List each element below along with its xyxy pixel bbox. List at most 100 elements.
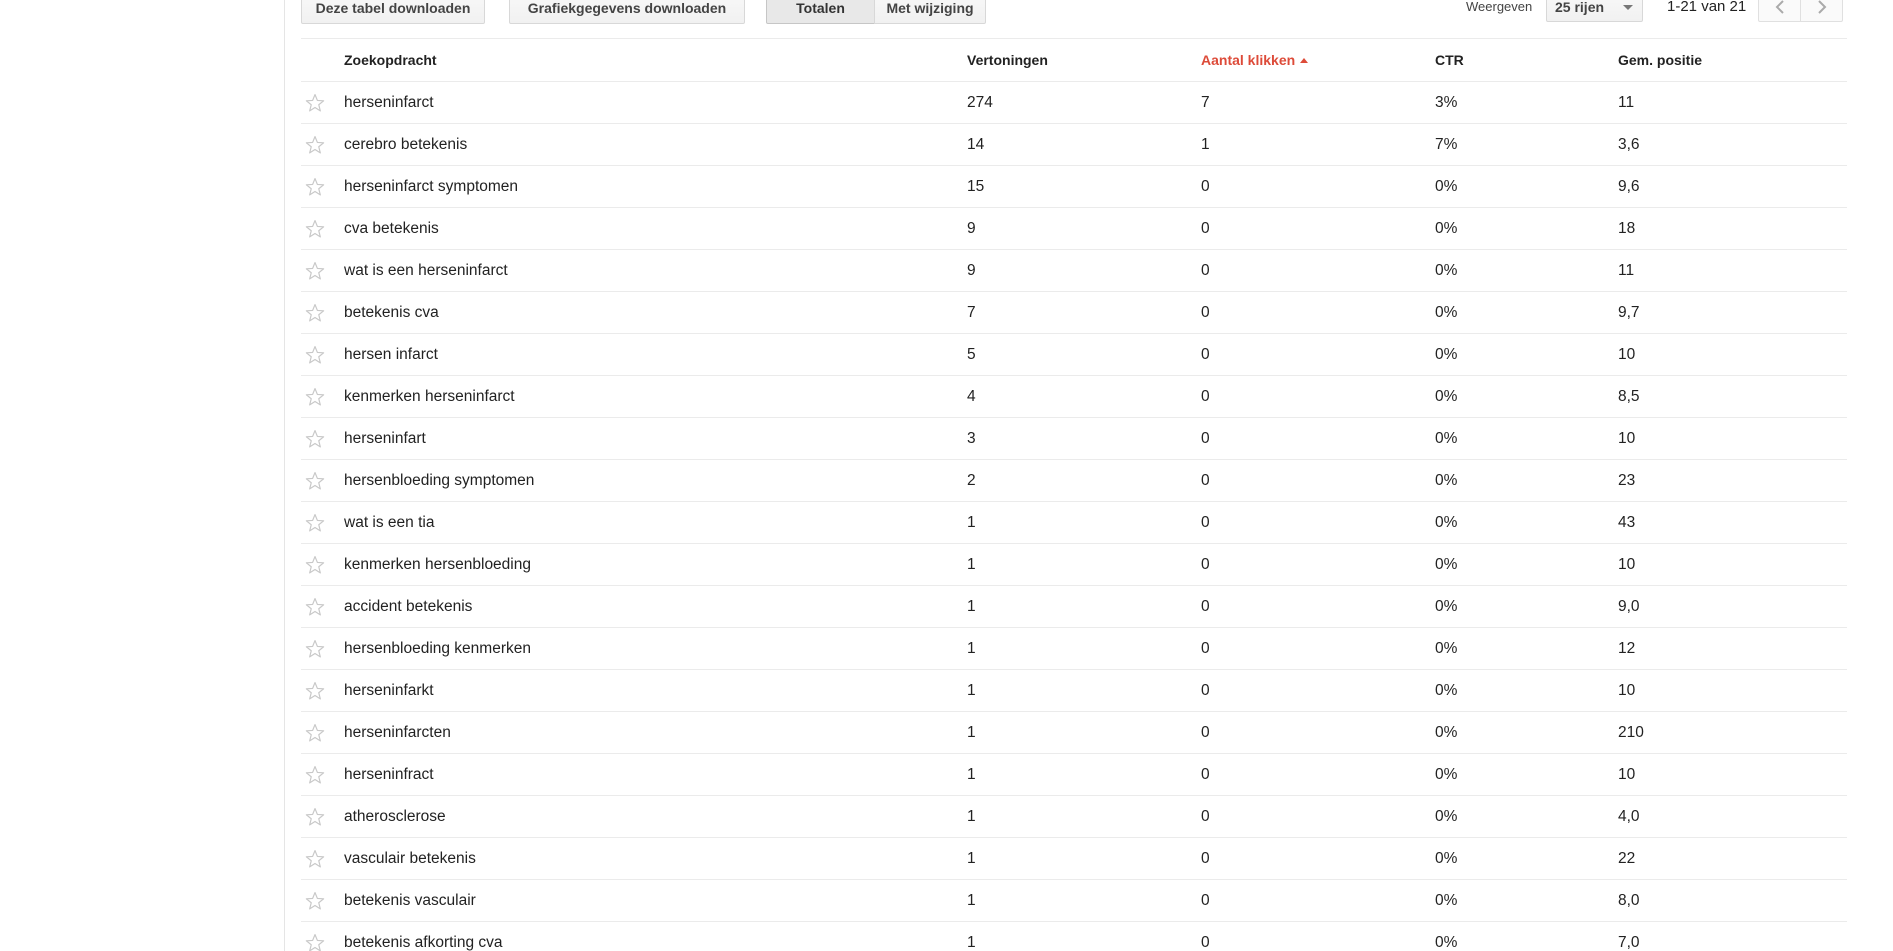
ctr-cell: 0%	[1435, 934, 1458, 951]
position-cell: 10	[1618, 346, 1636, 363]
star-icon[interactable]	[304, 680, 326, 702]
query-cell[interactable]: herseninfarct symptomen	[344, 166, 518, 208]
column-header-position[interactable]: Gem. positie	[1618, 39, 1702, 81]
query-cell[interactable]: accident betekenis	[344, 586, 472, 628]
position-cell: 7,0	[1618, 934, 1640, 951]
star-icon[interactable]	[304, 890, 326, 912]
ctr-cell: 0%	[1435, 682, 1458, 699]
star-icon[interactable]	[304, 596, 326, 618]
clicks-cell: 0	[1201, 346, 1210, 363]
impressions-cell: 1	[967, 766, 976, 783]
totals-toggle-button[interactable]: Totalen	[766, 0, 875, 24]
star-icon[interactable]	[304, 386, 326, 408]
column-header-impressions[interactable]: Vertoningen	[967, 39, 1048, 81]
query-cell[interactable]: hersenbloeding symptomen	[344, 460, 534, 502]
impressions-cell: 1	[967, 850, 976, 867]
query-cell[interactable]: herseninfarcten	[344, 712, 451, 754]
query-cell[interactable]: herseninfarkt	[344, 670, 434, 712]
query-cell[interactable]: cva betekenis	[344, 208, 439, 250]
star-icon[interactable]	[304, 848, 326, 870]
next-page-button[interactable]	[1800, 0, 1843, 22]
star-icon[interactable]	[304, 932, 326, 951]
chevron-left-icon	[1775, 0, 1784, 14]
rows-per-page-select[interactable]: 25 rijen	[1546, 0, 1643, 22]
star-icon[interactable]	[304, 806, 326, 828]
star-icon[interactable]	[304, 554, 326, 576]
star-icon[interactable]	[304, 92, 326, 114]
column-header-clicks-label: Aantal klikken	[1201, 52, 1296, 68]
query-cell[interactable]: cerebro betekenis	[344, 124, 467, 166]
star-icon[interactable]	[304, 764, 326, 786]
with-change-toggle-button[interactable]: Met wijziging	[874, 0, 986, 24]
clicks-cell: 0	[1201, 304, 1210, 321]
star-icon[interactable]	[304, 638, 326, 660]
position-cell: 12	[1618, 640, 1636, 657]
table-row: betekenis cva 7 0 0% 9,7	[301, 292, 1847, 334]
query-cell[interactable]: herseninfarct	[344, 82, 434, 124]
star-icon[interactable]	[304, 722, 326, 744]
previous-page-button[interactable]	[1758, 0, 1801, 22]
impressions-cell: 274	[967, 94, 993, 111]
query-cell[interactable]: kenmerken herseninfarct	[344, 376, 515, 418]
position-cell: 10	[1618, 766, 1636, 783]
ctr-cell: 0%	[1435, 472, 1458, 489]
ctr-cell: 0%	[1435, 514, 1458, 531]
position-cell: 10	[1618, 556, 1636, 573]
star-icon[interactable]	[304, 344, 326, 366]
ctr-cell: 0%	[1435, 640, 1458, 657]
query-cell[interactable]: atherosclerose	[344, 796, 446, 838]
download-table-button[interactable]: Deze tabel downloaden	[301, 0, 485, 24]
star-icon[interactable]	[304, 512, 326, 534]
table-row: herseninfart 3 0 0% 10	[301, 418, 1847, 460]
table-row: kenmerken herseninfarct 4 0 0% 8,5	[301, 376, 1847, 418]
position-cell: 3,6	[1618, 136, 1640, 153]
ctr-cell: 0%	[1435, 892, 1458, 909]
clicks-cell: 0	[1201, 220, 1210, 237]
query-cell[interactable]: wat is een tia	[344, 502, 434, 544]
impressions-cell: 5	[967, 346, 976, 363]
column-header-ctr[interactable]: CTR	[1435, 39, 1464, 81]
ctr-cell: 0%	[1435, 850, 1458, 867]
position-cell: 11	[1618, 94, 1635, 111]
star-icon[interactable]	[304, 176, 326, 198]
download-chart-data-button[interactable]: Grafiekgegevens downloaden	[509, 0, 745, 24]
sort-ascending-icon	[1300, 58, 1309, 63]
clicks-cell: 0	[1201, 892, 1210, 909]
search-queries-page: Deze tabel downloaden Grafiekgegevens do…	[0, 0, 1893, 951]
query-cell[interactable]: hersen infarct	[344, 334, 438, 376]
position-cell: 8,5	[1618, 388, 1640, 405]
table-row: betekenis vasculair 1 0 0% 8,0	[301, 880, 1847, 922]
column-header-query[interactable]: Zoekopdracht	[344, 39, 437, 81]
query-cell[interactable]: betekenis afkorting cva	[344, 922, 503, 951]
rows-per-page-value: 25 rijen	[1555, 0, 1605, 15]
query-cell[interactable]: herseninfart	[344, 418, 426, 460]
clicks-cell: 0	[1201, 472, 1210, 489]
query-cell[interactable]: herseninfract	[344, 754, 434, 796]
clicks-cell: 0	[1201, 598, 1210, 615]
star-icon[interactable]	[304, 218, 326, 240]
main-content: Deze tabel downloaden Grafiekgegevens do…	[301, 0, 1847, 951]
star-icon[interactable]	[304, 428, 326, 450]
ctr-cell: 0%	[1435, 178, 1458, 195]
query-cell[interactable]: kenmerken hersenbloeding	[344, 544, 531, 586]
table-row: herseninfarcten 1 0 0% 210	[301, 712, 1847, 754]
clicks-cell: 0	[1201, 766, 1210, 783]
star-icon[interactable]	[304, 302, 326, 324]
star-icon[interactable]	[304, 134, 326, 156]
ctr-cell: 3%	[1435, 94, 1458, 111]
query-cell[interactable]: betekenis vasculair	[344, 880, 476, 922]
position-cell: 8,0	[1618, 892, 1640, 909]
column-header-clicks[interactable]: Aantal klikken	[1201, 39, 1309, 81]
table-row: accident betekenis 1 0 0% 9,0	[301, 586, 1847, 628]
clicks-cell: 0	[1201, 430, 1210, 447]
impressions-cell: 1	[967, 556, 976, 573]
impressions-cell: 15	[967, 178, 985, 195]
query-cell[interactable]: wat is een herseninfarct	[344, 250, 508, 292]
impressions-cell: 4	[967, 388, 976, 405]
query-cell[interactable]: hersenbloeding kenmerken	[344, 628, 531, 670]
query-cell[interactable]: betekenis cva	[344, 292, 439, 334]
star-icon[interactable]	[304, 470, 326, 492]
query-cell[interactable]: vasculair betekenis	[344, 838, 476, 880]
impressions-cell: 9	[967, 262, 976, 279]
star-icon[interactable]	[304, 260, 326, 282]
